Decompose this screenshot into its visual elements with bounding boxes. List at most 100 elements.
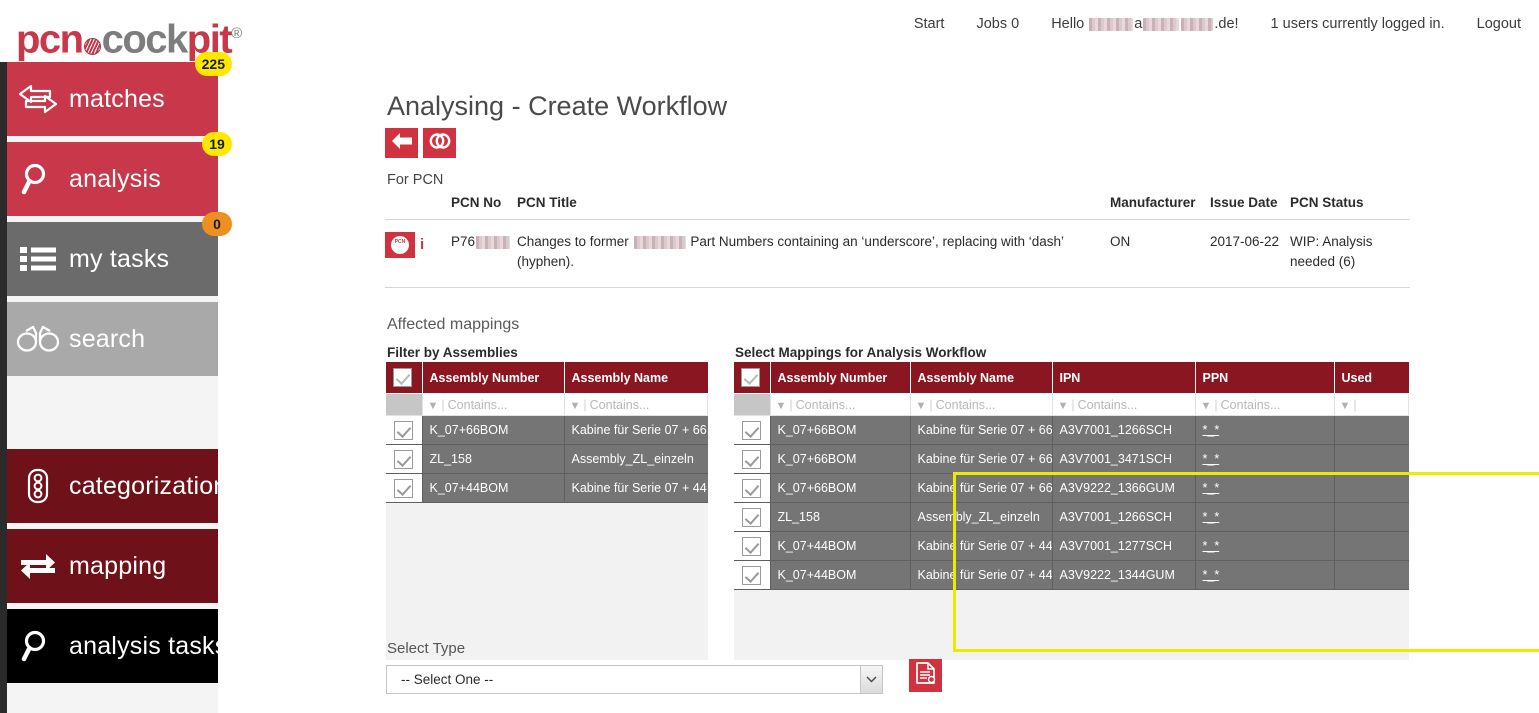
cell-ppn[interactable]: *_* <box>1195 416 1334 445</box>
right-filter-ppn[interactable]: ▼|Contains... <box>1195 394 1334 416</box>
right-grid-select-all-header[interactable] <box>734 362 770 394</box>
right-grid-col-ppn[interactable]: PPN <box>1195 362 1334 394</box>
row-checkbox[interactable] <box>742 421 761 440</box>
row-checkbox-cell[interactable] <box>386 416 422 445</box>
row-checkbox[interactable] <box>742 566 761 585</box>
right-filter-used[interactable]: ▼| <box>1334 394 1409 416</box>
compare-button[interactable] <box>423 128 456 158</box>
left-grid-col-assembly-number[interactable]: Assembly Number <box>422 362 564 394</box>
nav-jobs-link[interactable]: Jobs 0 <box>960 16 1035 32</box>
funnel-icon[interactable]: ▼ <box>776 400 787 412</box>
funnel-icon[interactable]: ▼ <box>1340 400 1351 412</box>
ppn-link[interactable]: *_* <box>1203 481 1220 495</box>
cell-ppn[interactable]: *_* <box>1195 445 1334 474</box>
right-grid-row[interactable]: K_07+66BOM Kabine für Serie 07 + 66 A3V9… <box>734 474 1409 503</box>
row-checkbox-cell[interactable] <box>386 474 422 503</box>
pcn-row-no[interactable]: P76 <box>451 220 517 288</box>
sidebar-item-search[interactable]: search <box>7 302 218 376</box>
pcn-col-status: PCN Status <box>1290 195 1410 220</box>
right-grid-row[interactable]: K_07+44BOM Kabine für Serie 07 + 44 A3V9… <box>734 561 1409 590</box>
cell-ipn: A3V7001_1266SCH <box>1052 416 1195 445</box>
ppn-link[interactable]: *_* <box>1203 452 1220 466</box>
left-grid-select-all-header[interactable] <box>386 362 422 394</box>
row-checkbox-cell[interactable] <box>386 445 422 474</box>
two-way-arrows-icon <box>7 84 69 114</box>
ppn-link[interactable]: *_* <box>1203 539 1220 553</box>
right-filter-ipn[interactable]: ▼|Contains... <box>1052 394 1195 416</box>
ppn-link[interactable]: *_* <box>1203 510 1220 524</box>
select-type-dropdown[interactable]: -- Select One -- <box>386 665 883 694</box>
sidebar-item-analysis[interactable]: analysis 19 <box>7 142 218 216</box>
right-grid-row[interactable]: K_07+44BOM Kabine für Serie 07 + 44 A3V7… <box>734 532 1409 561</box>
funnel-icon[interactable]: ▼ <box>1201 400 1212 412</box>
row-checkbox[interactable] <box>742 450 761 469</box>
row-checkbox[interactable] <box>394 421 413 440</box>
row-checkbox[interactable] <box>742 508 761 527</box>
nav-start-link[interactable]: Start <box>914 16 961 32</box>
right-grid-col-assembly-number[interactable]: Assembly Number <box>770 362 910 394</box>
ppn-link[interactable]: *_* <box>1203 568 1220 582</box>
export-document-icon <box>915 662 936 689</box>
right-filter-assembly-name[interactable]: ▼|Contains... <box>910 394 1052 416</box>
funnel-icon[interactable]: ▼ <box>570 400 581 412</box>
row-checkbox[interactable] <box>742 479 761 498</box>
sidebar-item-categorization[interactable]: categorization <box>7 449 218 523</box>
row-checkbox[interactable] <box>394 450 413 469</box>
cell-ppn[interactable]: *_* <box>1195 532 1334 561</box>
right-grid-col-assembly-name[interactable]: Assembly Name <box>910 362 1052 394</box>
right-grid-row[interactable]: ZL_158 Assembly_ZL_einzeln A3V7001_1266S… <box>734 503 1409 532</box>
ppn-link[interactable]: *_* <box>1203 423 1220 437</box>
funnel-icon[interactable]: ▼ <box>1058 400 1069 412</box>
list-icon <box>7 245 69 273</box>
row-checkbox-cell[interactable] <box>734 561 770 590</box>
left-filter-assembly-number[interactable]: ▼|Contains... <box>422 394 564 416</box>
select-all-checkbox[interactable] <box>741 368 760 387</box>
left-grid-col-assembly-name[interactable]: Assembly Name <box>564 362 708 394</box>
cell-ipn: A3V9222_1344GUM <box>1052 561 1195 590</box>
sidebar-item-mapping[interactable]: mapping <box>7 529 218 603</box>
right-grid-row[interactable]: K_07+66BOM Kabine für Serie 07 + 66 A3V7… <box>734 416 1409 445</box>
cell-ppn[interactable]: *_* <box>1195 561 1334 590</box>
at-sign: a <box>1134 16 1142 32</box>
row-checkbox-cell[interactable] <box>734 445 770 474</box>
chevron-down-icon[interactable] <box>860 666 882 693</box>
nav-users-online: 1 users currently logged in. <box>1255 16 1461 32</box>
select-all-checkbox[interactable] <box>393 368 412 387</box>
cell-used <box>1334 474 1409 503</box>
sidebar-item-matches[interactable]: matches 225 <box>7 62 218 136</box>
row-checkbox[interactable] <box>742 537 761 556</box>
info-icon[interactable]: i <box>420 234 424 256</box>
cell-assembly-number: K_07+66BOM <box>422 416 564 445</box>
nav-hello-user[interactable]: Hello a.de! <box>1035 16 1254 32</box>
main-content: Analysing - Create Workflow For PCN PCN … <box>218 62 1539 713</box>
left-grid-row[interactable]: ZL_158 Assembly_ZL_einzeln <box>386 445 708 474</box>
hello-prefix: Hello <box>1051 16 1084 32</box>
right-grid-col-used[interactable]: Used <box>1334 362 1409 394</box>
filter-by-assemblies-grid: Assembly Number Assembly Name ▼|Contains… <box>386 362 708 660</box>
row-checkbox-cell[interactable] <box>734 503 770 532</box>
right-grid-row[interactable]: K_07+66BOM Kabine für Serie 07 + 66 A3V7… <box>734 445 1409 474</box>
row-checkbox[interactable] <box>394 479 413 498</box>
back-button[interactable] <box>385 128 418 158</box>
sidebar-item-analysis-tasks[interactable]: analysis tasks <box>7 609 218 683</box>
right-filter-assembly-number[interactable]: ▼|Contains... <box>770 394 910 416</box>
cell-ipn: A3V7001_1277SCH <box>1052 532 1195 561</box>
funnel-icon[interactable]: ▼ <box>916 400 927 412</box>
left-filter-assembly-name[interactable]: ▼|Contains... <box>564 394 708 416</box>
left-grid-row[interactable]: K_07+44BOM Kabine für Serie 07 + 44 <box>386 474 708 503</box>
traffic-light-icon <box>7 468 69 504</box>
row-checkbox-cell[interactable] <box>734 474 770 503</box>
export-button[interactable] <box>909 659 942 692</box>
left-grid-row[interactable]: K_07+66BOM Kabine für Serie 07 + 66 <box>386 416 708 445</box>
nav-logout-link[interactable]: Logout <box>1461 16 1521 32</box>
right-grid-col-ipn[interactable]: IPN <box>1052 362 1195 394</box>
sidebar-badge-matches: 225 <box>195 52 232 76</box>
funnel-icon[interactable]: ▼ <box>428 400 439 412</box>
sidebar-item-my-tasks[interactable]: my tasks 0 <box>7 222 218 296</box>
pcn-row-icon-cell[interactable]: i <box>385 220 451 288</box>
cell-ppn[interactable]: *_* <box>1195 474 1334 503</box>
cell-ppn[interactable]: *_* <box>1195 503 1334 532</box>
row-checkbox-cell[interactable] <box>734 532 770 561</box>
pcn-row-status: WIP: Analysis needed (6) <box>1290 220 1410 288</box>
row-checkbox-cell[interactable] <box>734 416 770 445</box>
